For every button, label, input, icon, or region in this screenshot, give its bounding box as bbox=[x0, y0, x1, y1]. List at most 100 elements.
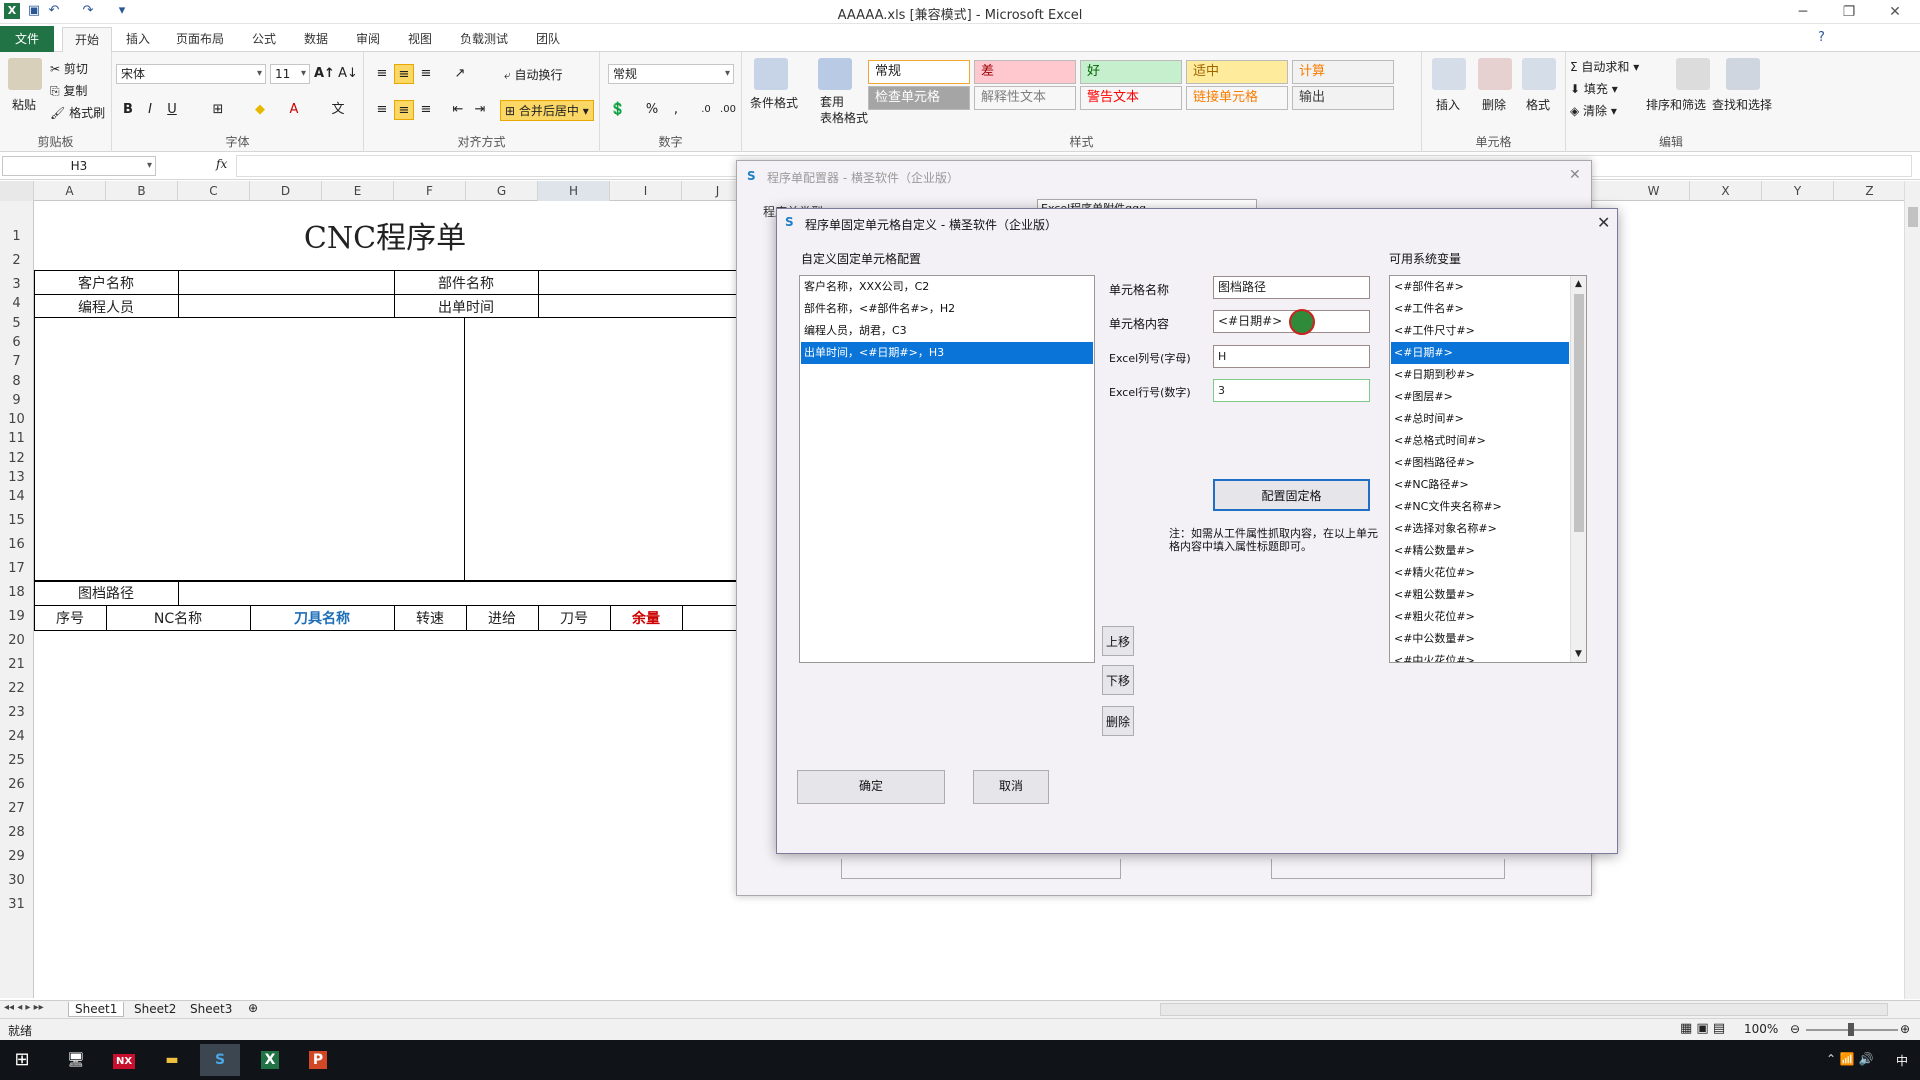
tab-team[interactable]: 团队 bbox=[528, 28, 568, 50]
nx-app-icon[interactable]: NX bbox=[112, 1054, 136, 1069]
system-var-item[interactable]: <#NC文件夹名称#> bbox=[1391, 496, 1569, 518]
row-header-cell[interactable]: 25 bbox=[0, 751, 33, 771]
hengsheng-app-icon[interactable]: S bbox=[200, 1044, 240, 1076]
row-header-cell[interactable]: 27 bbox=[0, 799, 33, 819]
sheet-tab-2[interactable]: Sheet2 bbox=[128, 1002, 182, 1016]
system-var-item[interactable]: <#图层#> bbox=[1391, 386, 1569, 408]
system-var-item[interactable]: <#中火花位#> bbox=[1391, 650, 1569, 662]
currency-icon[interactable]: 💲 bbox=[608, 100, 628, 120]
system-var-item[interactable]: <#日期到秒#> bbox=[1391, 364, 1569, 386]
row-header-cell[interactable]: 8 bbox=[0, 372, 33, 392]
cancel-button[interactable]: 取消 bbox=[973, 770, 1049, 804]
zoom-out-icon[interactable]: ⊖ bbox=[1790, 1022, 1800, 1036]
style-2[interactable]: 好 bbox=[1080, 60, 1182, 84]
paste-button[interactable]: 粘贴 bbox=[12, 96, 36, 113]
col-header[interactable]: C bbox=[178, 181, 250, 201]
row-header-cell[interactable]: 14 bbox=[0, 487, 33, 507]
system-vars-list[interactable]: <#部件名#> <#工件名#> <#工件尺寸#> <#日期#> <#日期到秒#> <#图层… bbox=[1389, 275, 1587, 663]
sheet-tab-1[interactable]: Sheet1 bbox=[68, 1002, 125, 1017]
col-header[interactable]: D bbox=[250, 181, 322, 201]
row-header-cell[interactable]: 28 bbox=[0, 823, 33, 843]
sheet-hscroll[interactable] bbox=[1160, 1003, 1888, 1016]
row-header-cell[interactable]: 21 bbox=[0, 655, 33, 675]
row-header-cell[interactable]: 23 bbox=[0, 703, 33, 723]
system-var-item[interactable]: <#粗火花位#> bbox=[1391, 606, 1569, 628]
row-header-cell[interactable]: 24 bbox=[0, 727, 33, 747]
ok-button[interactable]: 确定 bbox=[797, 770, 945, 804]
decrease-indent-icon[interactable]: ⇤ bbox=[448, 100, 468, 120]
conditional-format-icon[interactable] bbox=[754, 58, 788, 90]
folder-icon[interactable]: ▬ bbox=[152, 1044, 192, 1076]
fixed-cell-item[interactable]: 出单时间，<#日期#>，H3 bbox=[801, 342, 1093, 364]
fill-button[interactable]: ⬇ 填充 ▾ bbox=[1570, 80, 1618, 97]
format-table-button[interactable]: 套用 表格格式 bbox=[820, 94, 868, 126]
row-header-cell[interactable]: 13 bbox=[0, 468, 33, 488]
underline-icon[interactable]: U bbox=[162, 100, 182, 120]
sort-filter-button[interactable]: 排序和筛选 bbox=[1646, 96, 1706, 113]
font-color-icon[interactable]: A bbox=[284, 100, 304, 120]
new-sheet-icon[interactable]: ⊕ bbox=[248, 1001, 258, 1015]
row-header-cell[interactable]: 1 bbox=[0, 227, 33, 247]
system-var-item[interactable]: <#NC路径#> bbox=[1391, 474, 1569, 496]
sort-filter-icon[interactable] bbox=[1676, 58, 1710, 90]
col-header[interactable]: B bbox=[106, 181, 178, 201]
format-cells-icon[interactable] bbox=[1522, 58, 1556, 90]
row-header-cell[interactable]: 20 bbox=[0, 631, 33, 651]
col-header[interactable]: A bbox=[34, 181, 106, 201]
row-header-cell[interactable]: 29 bbox=[0, 847, 33, 867]
system-var-item[interactable]: <#日期#> bbox=[1391, 342, 1569, 364]
find-select-button[interactable]: 查找和选择 bbox=[1712, 96, 1772, 113]
zoom-in-icon[interactable]: ⊕ bbox=[1900, 1022, 1910, 1036]
row-header-cell[interactable]: 9 bbox=[0, 391, 33, 411]
sheet-vscroll-thumb[interactable] bbox=[1908, 207, 1918, 227]
system-var-item[interactable]: <#精火花位#> bbox=[1391, 562, 1569, 584]
style-1[interactable]: 差 bbox=[974, 60, 1076, 84]
insert-cells-button[interactable]: 插入 bbox=[1436, 96, 1460, 113]
system-var-item[interactable]: <#工件名#> bbox=[1391, 298, 1569, 320]
scroll-down-icon[interactable]: ▼ bbox=[1571, 646, 1586, 662]
percent-icon[interactable]: % bbox=[642, 100, 662, 120]
style-3[interactable]: 适中 bbox=[1186, 60, 1288, 84]
format-painter-button[interactable]: 🖌 格式刷 bbox=[50, 104, 105, 121]
system-var-item[interactable]: <#总时间#> bbox=[1391, 408, 1569, 430]
restore-icon[interactable]: ❐ bbox=[1834, 2, 1864, 22]
row-header-cell[interactable]: 26 bbox=[0, 775, 33, 795]
bold-icon[interactable]: B bbox=[118, 100, 138, 120]
row-header-cell[interactable]: 15 bbox=[0, 511, 33, 531]
fill-color-icon[interactable]: ◆ bbox=[250, 100, 270, 120]
delete-button[interactable]: 删除 bbox=[1102, 706, 1134, 736]
config-fixed-cell-button[interactable]: 配置固定格 bbox=[1213, 479, 1370, 511]
row-header-cell[interactable]: 22 bbox=[0, 679, 33, 699]
dialog-close-icon[interactable]: ✕ bbox=[1597, 213, 1610, 232]
name-box[interactable]: H3 bbox=[2, 156, 156, 176]
orientation-icon[interactable]: ↗ bbox=[450, 64, 470, 84]
system-var-item[interactable]: <#精公数量#> bbox=[1391, 540, 1569, 562]
row-header-cell[interactable]: 19 bbox=[0, 607, 33, 627]
align-middle-icon[interactable]: ≡ bbox=[394, 64, 414, 84]
system-var-item[interactable]: <#工件尺寸#> bbox=[1391, 320, 1569, 342]
explorer-pc-icon[interactable]: 🖥 bbox=[56, 1044, 96, 1076]
grow-font-icon[interactable]: A↑ bbox=[314, 64, 335, 84]
zoom-slider-thumb[interactable] bbox=[1848, 1023, 1854, 1036]
style-8[interactable]: 链接单元格 bbox=[1186, 86, 1288, 110]
row-header-cell[interactable]: 6 bbox=[0, 333, 33, 353]
tab-home[interactable]: 开始 bbox=[62, 27, 112, 53]
row-header-cell[interactable]: 18 bbox=[0, 583, 33, 603]
copy-button[interactable]: ⎘ 复制 bbox=[50, 82, 87, 99]
delete-cells-button[interactable]: 删除 bbox=[1482, 96, 1506, 113]
tab-formulas[interactable]: 公式 bbox=[244, 28, 284, 50]
col-header[interactable]: X bbox=[1690, 181, 1762, 201]
system-var-item[interactable]: <#图档路径#> bbox=[1391, 452, 1569, 474]
system-var-item[interactable]: <#选择对象名称#> bbox=[1391, 518, 1569, 540]
vars-scrollbar[interactable]: ▲ ▼ bbox=[1570, 276, 1586, 662]
style-0[interactable]: 常规 bbox=[868, 60, 970, 84]
border-icon[interactable]: ⊞ bbox=[208, 100, 228, 120]
fixed-cell-item[interactable]: 部件名称，<#部件名#>，H2 bbox=[801, 298, 1093, 320]
style-5[interactable]: 检查单元格 bbox=[868, 86, 970, 110]
system-var-item[interactable]: <#部件名#> bbox=[1391, 276, 1569, 298]
system-var-item[interactable]: <#总格式时间#> bbox=[1391, 430, 1569, 452]
format-cells-button[interactable]: 格式 bbox=[1526, 96, 1550, 113]
help-icon[interactable]: ? bbox=[1818, 30, 1825, 45]
scroll-thumb[interactable] bbox=[1574, 294, 1584, 532]
row-header-cell[interactable]: 11 bbox=[0, 429, 33, 449]
